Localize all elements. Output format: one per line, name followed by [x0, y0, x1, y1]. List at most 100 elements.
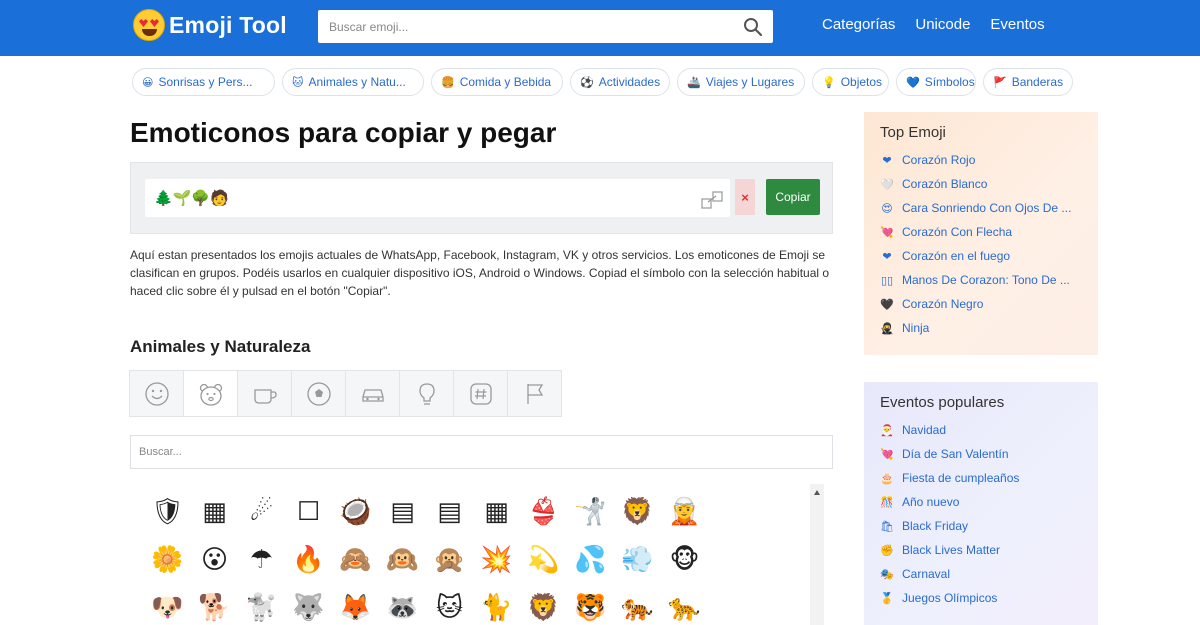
emoji-cell[interactable]: ▦ [191, 488, 238, 536]
item-label: Corazón Rojo [902, 153, 976, 167]
emoji-cell[interactable]: ☄ [238, 488, 285, 536]
emoji-cell[interactable]: ☐ [285, 488, 332, 536]
top-emoji-item[interactable]: ❤ Corazón Rojo [880, 148, 1082, 172]
heart-fire-icon: ❤ [882, 250, 892, 263]
chip-objetos[interactable]: 💡 Objetos [812, 68, 889, 96]
emoji-cell[interactable]: ▤ [379, 488, 426, 536]
emoji-grid: 🛡 ▦ ☄ ☐ 🥥 ▤ ▤ ▦ 👙 🤺 🦁 🧝 🌼 😮 ☂ 🔥 🙈 🙉 🙊 💥 … [144, 488, 708, 625]
tab-flags[interactable] [507, 370, 562, 417]
emoji-cell[interactable]: 🐩 [238, 584, 285, 625]
item-label: Corazón Con Flecha [902, 225, 1013, 239]
event-item[interactable]: 🎭 Carnaval [880, 562, 1082, 586]
chip-comida[interactable]: 🍔 Comida y Bebida [431, 68, 563, 96]
top-emoji-item[interactable]: 😍 Cara Sonriendo Con Ojos De ... [880, 196, 1082, 220]
emoji-cell[interactable]: 👙 [520, 488, 567, 536]
emoji-cell[interactable]: 🔥 [285, 536, 332, 584]
chip-simbolos[interactable]: 💙 Símbolos [896, 68, 976, 96]
emoji-cell[interactable]: 💨 [614, 536, 661, 584]
tab-animals[interactable] [183, 370, 238, 417]
emoji-cell[interactable]: 💫 [520, 536, 567, 584]
chip-animales[interactable]: 🐱 Animales y Natu... [282, 68, 424, 96]
site-logo[interactable]: Emoji Tool [133, 9, 287, 41]
event-item[interactable]: 🎂 Fiesta de cumpleaños [880, 466, 1082, 490]
event-item[interactable]: 🎅 Navidad [880, 418, 1082, 442]
emoji-search-input[interactable] [318, 10, 728, 43]
soccer-ball-icon: ⚽ [580, 76, 594, 89]
emoji-cell[interactable]: 🐱 [426, 584, 473, 625]
item-label: Black Friday [902, 519, 969, 533]
tab-symbols[interactable] [453, 370, 508, 417]
emoji-cell[interactable]: 🐺 [285, 584, 332, 625]
emoji-cell[interactable]: 🐶 [144, 584, 191, 625]
tab-travel[interactable] [345, 370, 400, 417]
chip-label: Objetos [840, 75, 883, 89]
event-item[interactable]: 🎊 Año nuevo [880, 490, 1082, 514]
tab-smileys[interactable] [129, 370, 184, 417]
emoji-cell[interactable]: 🦊 [332, 584, 379, 625]
event-item[interactable]: 🥇 Juegos Olímpicos [880, 586, 1082, 610]
event-item[interactable]: 💘 Día de San Valentín [880, 442, 1082, 466]
flag-icon [526, 383, 543, 404]
item-label: Manos De Corazon: Tono De ... [902, 273, 1070, 287]
emoji-cell[interactable]: 🙉 [379, 536, 426, 584]
top-emoji-item[interactable]: ▯▯ Manos De Corazon: Tono De ... [880, 268, 1082, 292]
top-emoji-item[interactable]: 🖤 Corazón Negro [880, 292, 1082, 316]
scroll-up-icon[interactable] [814, 490, 820, 495]
share-icon[interactable] [700, 190, 726, 210]
top-emoji-item[interactable]: 💘 Corazón Con Flecha [880, 220, 1082, 244]
emoji-cell[interactable]: 💦 [567, 536, 614, 584]
nav-categorias[interactable]: Categorías [822, 16, 895, 33]
emoji-cell[interactable]: 🦁 [520, 584, 567, 625]
emoji-cell[interactable]: 🛡 [144, 488, 191, 536]
top-emoji-item[interactable]: 🤍 Corazón Blanco [880, 172, 1082, 196]
flag-icon: 🚩 [993, 76, 1007, 89]
emoji-cell[interactable]: 🐵 [661, 536, 708, 584]
search-icon[interactable] [743, 17, 763, 37]
grid-search-input[interactable] [131, 436, 832, 468]
chip-actividades[interactable]: ⚽ Actividades [570, 68, 670, 96]
tab-objects[interactable] [399, 370, 454, 417]
clear-button[interactable]: × [735, 179, 755, 215]
copy-button[interactable]: Copiar [766, 179, 820, 215]
emoji-cell[interactable]: 🧝 [661, 488, 708, 536]
emoji-cell[interactable]: 🐆 [661, 584, 708, 625]
emoji-cell[interactable]: 🙊 [426, 536, 473, 584]
copy-field[interactable]: 🌲🌱🌳🧑 [145, 179, 730, 217]
emoji-cell[interactable]: 💥 [473, 536, 520, 584]
emoji-cell[interactable]: ▤ [426, 488, 473, 536]
emoji-cell[interactable]: 🤺 [567, 488, 614, 536]
chip-banderas[interactable]: 🚩 Banderas [983, 68, 1073, 96]
emoji-cell[interactable]: 😮 [191, 536, 238, 584]
emoji-cell[interactable]: 🐅 [614, 584, 661, 625]
event-item[interactable]: ✊ Black Lives Matter [880, 538, 1082, 562]
nav-unicode[interactable]: Unicode [915, 16, 970, 33]
emoji-cell[interactable]: ▦ [473, 488, 520, 536]
emoji-cell[interactable]: 🐕 [191, 584, 238, 625]
chip-label: Viajes y Lugares [705, 75, 795, 89]
events-title: Eventos populares [880, 394, 1005, 411]
top-emoji-title: Top Emoji [880, 124, 946, 141]
emoji-cell[interactable]: 🙈 [332, 536, 379, 584]
emoji-cell[interactable]: 🌼 [144, 536, 191, 584]
emoji-cell[interactable]: ☂ [238, 536, 285, 584]
emoji-cell[interactable]: 🐯 [567, 584, 614, 625]
emoji-cell[interactable]: 🦁 [614, 488, 661, 536]
nav-eventos[interactable]: Eventos [990, 16, 1044, 33]
emoji-cell[interactable]: 🦝 [379, 584, 426, 625]
emoji-cell[interactable]: 🥥 [332, 488, 379, 536]
top-emoji-item[interactable]: ❤ Corazón en el fuego [880, 244, 1082, 268]
blue-heart-icon: 💙 [906, 76, 920, 89]
top-emoji-item[interactable]: 🥷 Ninja [880, 316, 1082, 340]
red-heart-icon: ❤ [882, 154, 892, 167]
chip-viajes[interactable]: 🚢 Viajes y Lugares [677, 68, 805, 96]
item-label: Carnaval [902, 567, 951, 581]
white-heart-icon: 🤍 [880, 178, 894, 191]
emoji-grid-scrollbar[interactable] [810, 484, 824, 625]
tab-activities[interactable] [291, 370, 346, 417]
coffee-cup-icon [253, 388, 277, 404]
emoji-cell[interactable]: 🐈 [473, 584, 520, 625]
tab-food[interactable] [237, 370, 292, 417]
chip-sonrisas[interactable]: 😀 Sonrisas y Pers... [132, 68, 275, 96]
intro-description: Aquí estan presentados los emojis actual… [130, 248, 830, 298]
event-item[interactable]: 🛍 Black Friday [880, 514, 1082, 538]
